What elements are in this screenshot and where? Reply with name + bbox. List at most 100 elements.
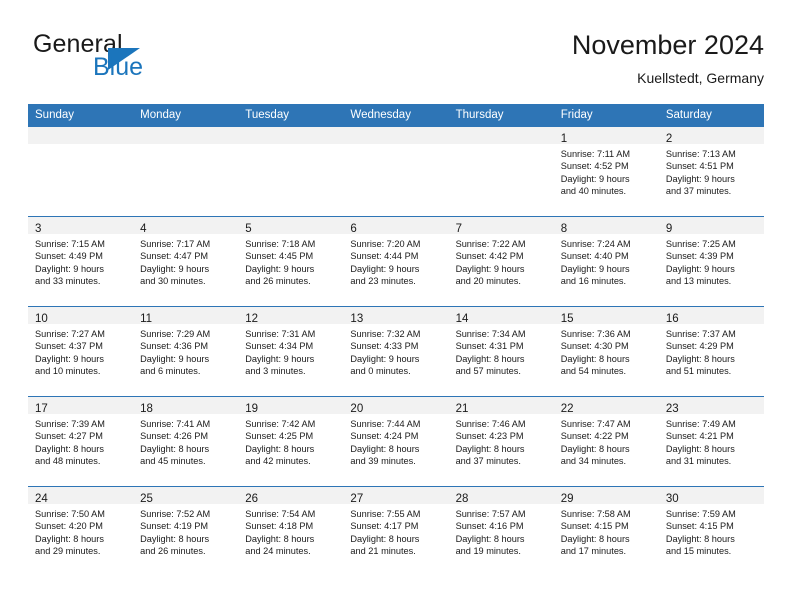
- day-details: Sunrise: 7:47 AM Sunset: 4:22 PM Daylight:…: [554, 414, 659, 468]
- sunset-text: Sunset: 4:30 PM: [560, 341, 629, 352]
- daylight-text: and 33 minutes.: [35, 276, 101, 287]
- day-number-band: 12: [238, 307, 344, 325]
- day-number: 21: [455, 403, 469, 415]
- calendar-day-cell[interactable]: 2 Sunrise: 7:13 AM Sunset: 4:51 PM Daylight…: [658, 126, 764, 217]
- day-details: Sunrise: 7:13 AM Sunset: 4:51 PM Daylight:…: [659, 144, 764, 198]
- calendar-day-cell[interactable]: 1 Sunrise: 7:11 AM Sunset: 4:52 PM Daylight…: [553, 126, 659, 217]
- daylight-text: Daylight: 8 hours: [245, 533, 315, 544]
- day-number: 18: [140, 403, 153, 415]
- sunrise-text: Sunrise: 7:59 AM: [665, 509, 736, 519]
- day-number-band: [343, 127, 449, 144]
- weekday-header-thursday: Thursday: [448, 104, 554, 127]
- calendar-day-cell[interactable]: 29 Sunrise: 7:58 AM Sunset: 4:15 PM Dayligh…: [553, 486, 659, 576]
- daylight-text: and 45 minutes.: [140, 456, 206, 467]
- calendar-day-cell[interactable]: 17 Sunrise: 7:39 AM Sunset: 4:27 PM Dayligh…: [28, 396, 134, 487]
- day-details: Sunrise: 7:18 AM Sunset: 4:45 PM Daylight:…: [238, 234, 343, 288]
- calendar-day-cell-empty: [133, 126, 239, 217]
- daylight-text: and 15 minutes.: [665, 546, 732, 557]
- calendar-day-cell[interactable]: 28 Sunrise: 7:57 AM Sunset: 4:16 PM Dayligh…: [448, 486, 554, 576]
- day-details: Sunrise: 7:57 AM Sunset: 4:16 PM Daylight:…: [449, 504, 554, 558]
- day-number-band: 21: [448, 397, 554, 415]
- calendar-day-cell[interactable]: 16 Sunrise: 7:37 AM Sunset: 4:29 PM Dayligh…: [658, 306, 764, 397]
- page-header: General Blue November 2024 Kuellstedt, G…: [28, 28, 764, 98]
- calendar-day-cell[interactable]: 3 Sunrise: 7:15 AM Sunset: 4:49 PM Daylight…: [28, 216, 134, 307]
- sunrise-sunset-calendar-table: Sunday Monday Tuesday Wednesday Thursday…: [28, 104, 764, 576]
- calendar-day-cell[interactable]: 4 Sunrise: 7:17 AM Sunset: 4:47 PM Daylight…: [133, 216, 239, 307]
- sunrise-text: Sunrise: 7:58 AM: [560, 509, 631, 519]
- calendar-week-row: 3 Sunrise: 7:15 AM Sunset: 4:49 PM Daylight…: [28, 216, 764, 307]
- calendar-day-cell[interactable]: 7 Sunrise: 7:22 AM Sunset: 4:42 PM Daylight…: [448, 216, 554, 307]
- calendar-day-cell[interactable]: 30 Sunrise: 7:59 AM Sunset: 4:15 PM Dayligh…: [658, 486, 764, 576]
- calendar-day-cell[interactable]: 26 Sunrise: 7:54 AM Sunset: 4:18 PM Dayligh…: [238, 486, 344, 576]
- calendar-day-cell[interactable]: 12 Sunrise: 7:31 AM Sunset: 4:34 PM Dayligh…: [238, 306, 344, 397]
- sunrise-text: Sunrise: 7:31 AM: [245, 329, 316, 339]
- weekday-header-monday: Monday: [133, 104, 239, 127]
- calendar-day-cell[interactable]: 10 Sunrise: 7:27 AM Sunset: 4:37 PM Dayligh…: [28, 306, 134, 397]
- daylight-text: and 3 minutes.: [245, 366, 306, 377]
- sunrise-text: Sunrise: 7:50 AM: [35, 509, 105, 519]
- sunset-text: Sunset: 4:34 PM: [245, 341, 314, 352]
- day-details: Sunrise: 7:11 AM Sunset: 4:52 PM Daylight:…: [554, 144, 659, 198]
- daylight-text: Daylight: 9 hours: [560, 173, 630, 184]
- calendar-day-cell-empty: [238, 126, 344, 217]
- calendar-day-cell[interactable]: 27 Sunrise: 7:55 AM Sunset: 4:17 PM Dayligh…: [343, 486, 449, 576]
- calendar-day-cell[interactable]: 19 Sunrise: 7:42 AM Sunset: 4:25 PM Dayligh…: [238, 396, 344, 487]
- calendar-day-cell[interactable]: 24 Sunrise: 7:50 AM Sunset: 4:20 PM Dayligh…: [28, 486, 134, 576]
- calendar-week-row: 17 Sunrise: 7:39 AM Sunset: 4:27 PM Dayligh…: [28, 396, 764, 487]
- day-number: 3: [35, 223, 42, 235]
- calendar-day-cell[interactable]: 5 Sunrise: 7:18 AM Sunset: 4:45 PM Daylight…: [238, 216, 344, 307]
- day-number-band: 22: [553, 397, 659, 415]
- day-number-band: 13: [343, 307, 449, 325]
- sunrise-text: Sunrise: 7:27 AM: [35, 329, 105, 339]
- calendar-day-cell[interactable]: 22 Sunrise: 7:47 AM Sunset: 4:22 PM Dayligh…: [553, 396, 659, 487]
- sunset-text: Sunset: 4:26 PM: [140, 431, 209, 442]
- daylight-text: and 26 minutes.: [245, 276, 311, 287]
- sunrise-text: Sunrise: 7:44 AM: [350, 419, 421, 429]
- calendar-day-cell[interactable]: 11 Sunrise: 7:29 AM Sunset: 4:36 PM Dayligh…: [133, 306, 239, 397]
- calendar-day-cell[interactable]: 18 Sunrise: 7:41 AM Sunset: 4:26 PM Dayligh…: [133, 396, 239, 487]
- calendar-page: General Blue November 2024 Kuellstedt, G…: [0, 0, 792, 612]
- calendar-day-cell[interactable]: 15 Sunrise: 7:36 AM Sunset: 4:30 PM Dayligh…: [553, 306, 659, 397]
- day-number-band: 16: [658, 307, 764, 325]
- daylight-text: and 6 minutes.: [140, 366, 201, 377]
- calendar-day-cell[interactable]: 21 Sunrise: 7:46 AM Sunset: 4:23 PM Dayligh…: [448, 396, 554, 487]
- day-number: 1: [560, 133, 568, 145]
- calendar-day-cell[interactable]: 9 Sunrise: 7:25 AM Sunset: 4:39 PM Daylight…: [658, 216, 764, 307]
- general-blue-logo[interactable]: General Blue: [33, 32, 253, 92]
- day-details: Sunrise: 7:20 AM Sunset: 4:44 PM Daylight:…: [343, 234, 448, 288]
- daylight-text: Daylight: 9 hours: [140, 263, 210, 274]
- sunrise-text: Sunrise: 7:25 AM: [665, 239, 736, 249]
- calendar-day-cell[interactable]: 13 Sunrise: 7:32 AM Sunset: 4:33 PM Dayligh…: [343, 306, 449, 397]
- day-number-band: 9: [658, 217, 764, 235]
- daylight-text: and 20 minutes.: [455, 276, 521, 287]
- calendar-day-cell[interactable]: 8 Sunrise: 7:24 AM Sunset: 4:40 PM Daylight…: [553, 216, 659, 307]
- calendar-day-cell[interactable]: 25 Sunrise: 7:52 AM Sunset: 4:19 PM Dayligh…: [133, 486, 239, 576]
- day-number: 11: [140, 313, 153, 325]
- day-details: Sunrise: 7:52 AM Sunset: 4:19 PM Daylight:…: [133, 504, 238, 558]
- daylight-text: Daylight: 9 hours: [350, 353, 420, 364]
- sunrise-text: Sunrise: 7:29 AM: [140, 329, 211, 339]
- day-details: Sunrise: 7:44 AM Sunset: 4:24 PM Daylight:…: [343, 414, 448, 468]
- calendar-day-cell[interactable]: 23 Sunrise: 7:49 AM Sunset: 4:21 PM Dayligh…: [658, 396, 764, 487]
- day-number-band: 14: [448, 307, 554, 325]
- day-number-band: 17: [28, 397, 134, 415]
- daylight-text: Daylight: 9 hours: [665, 173, 735, 184]
- calendar-day-cell[interactable]: 14 Sunrise: 7:34 AM Sunset: 4:31 PM Dayligh…: [448, 306, 554, 397]
- day-details: Sunrise: 7:42 AM Sunset: 4:25 PM Daylight:…: [238, 414, 343, 468]
- calendar-day-cell[interactable]: 20 Sunrise: 7:44 AM Sunset: 4:24 PM Dayligh…: [343, 396, 449, 487]
- sunset-text: Sunset: 4:52 PM: [560, 161, 629, 172]
- sunrise-text: Sunrise: 7:15 AM: [35, 239, 105, 249]
- sunset-text: Sunset: 4:15 PM: [665, 521, 734, 532]
- calendar-day-cell-empty: [28, 126, 134, 217]
- sunset-text: Sunset: 4:37 PM: [35, 341, 103, 352]
- day-number-band: [28, 127, 134, 144]
- calendar-day-cell[interactable]: 6 Sunrise: 7:20 AM Sunset: 4:44 PM Daylight…: [343, 216, 449, 307]
- sunset-text: Sunset: 4:27 PM: [35, 431, 103, 442]
- day-details: Sunrise: 7:59 AM Sunset: 4:15 PM Daylight:…: [659, 504, 764, 558]
- day-number-band: 24: [28, 487, 134, 505]
- daylight-text: Daylight: 8 hours: [665, 443, 735, 454]
- sunset-text: Sunset: 4:17 PM: [350, 521, 419, 532]
- sunset-text: Sunset: 4:20 PM: [35, 521, 103, 532]
- day-details: Sunrise: 7:36 AM Sunset: 4:30 PM Daylight:…: [554, 324, 659, 378]
- sunrise-text: Sunrise: 7:13 AM: [665, 149, 736, 159]
